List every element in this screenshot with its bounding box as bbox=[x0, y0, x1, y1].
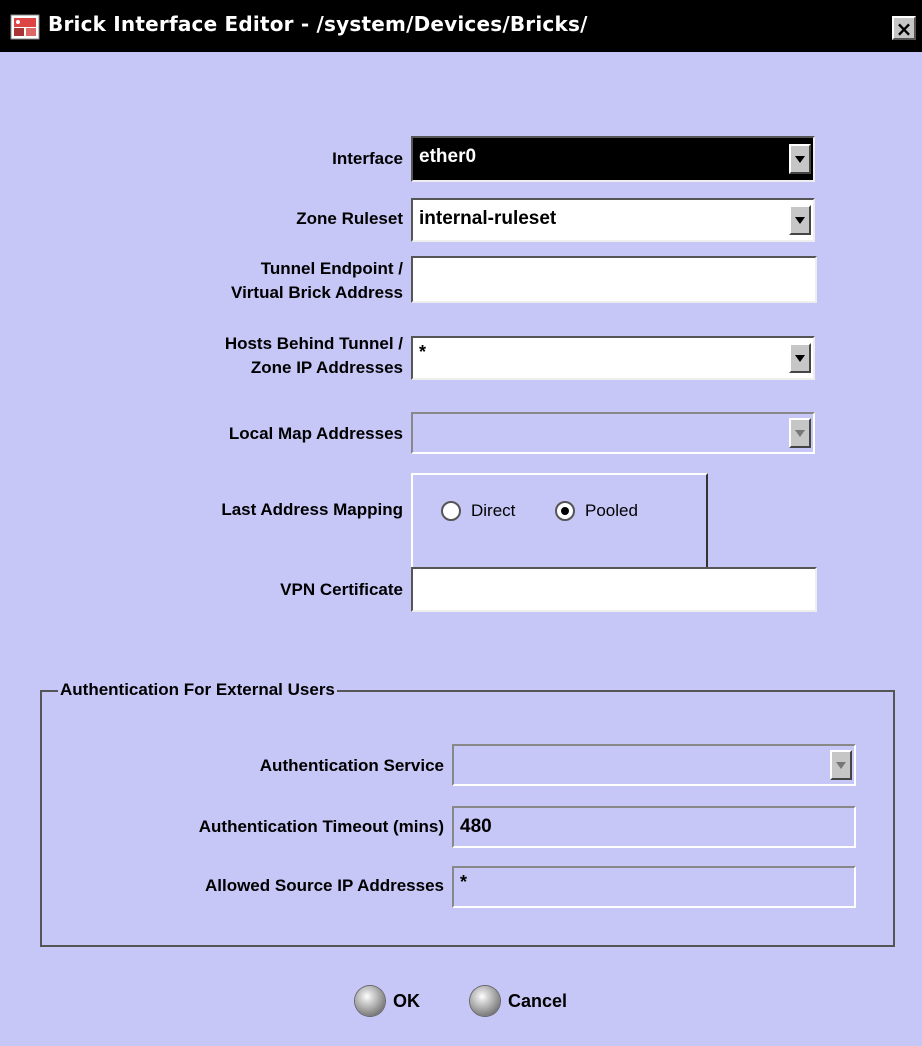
ok-button[interactable]: OK bbox=[355, 986, 420, 1016]
ok-button-label[interactable]: OK bbox=[393, 991, 420, 1012]
cancel-button[interactable]: Cancel bbox=[470, 986, 567, 1016]
hosts-behind-tunnel-label: Hosts Behind Tunnel / Zone IP Addresses bbox=[140, 332, 403, 380]
zone-ruleset-label: Zone Ruleset bbox=[296, 209, 403, 228]
zone-ruleset-select[interactable]: internal-ruleset bbox=[411, 198, 815, 242]
interface-value: ether0 bbox=[419, 146, 477, 167]
pooled-radio[interactable] bbox=[555, 501, 575, 521]
ok-button-icon[interactable] bbox=[355, 986, 385, 1016]
cancel-button-icon[interactable] bbox=[470, 986, 500, 1016]
brick-app-icon bbox=[10, 14, 40, 40]
close-button[interactable]: × bbox=[892, 16, 916, 40]
authentication-timeout-input[interactable]: 480 bbox=[452, 806, 856, 848]
last-address-mapping-label: Last Address Mapping bbox=[221, 500, 403, 519]
tunnel-endpoint-label-line2: Virtual Brick Address bbox=[231, 283, 403, 302]
tunnel-endpoint-label: Tunnel Endpoint / Virtual Brick Address bbox=[150, 257, 403, 305]
authentication-timeout-value: 480 bbox=[460, 816, 492, 837]
allowed-source-ips-value: * bbox=[460, 872, 468, 892]
hosts-behind-tunnel-label-line2: Zone IP Addresses bbox=[250, 358, 403, 377]
direct-radio[interactable] bbox=[441, 501, 461, 521]
hosts-behind-tunnel-dropdown-button[interactable] bbox=[789, 343, 811, 373]
hosts-behind-tunnel-input[interactable]: * bbox=[411, 336, 815, 380]
direct-radio-label[interactable]: Direct bbox=[471, 500, 515, 522]
authentication-timeout-label: Authentication Timeout (mins) bbox=[198, 817, 444, 836]
tunnel-endpoint-label-line1: Tunnel Endpoint / bbox=[260, 259, 403, 278]
interface-dropdown-button[interactable] bbox=[789, 144, 811, 174]
local-map-label: Local Map Addresses bbox=[228, 424, 403, 443]
allowed-source-ips-label: Allowed Source IP Addresses bbox=[204, 876, 444, 895]
zone-ruleset-dropdown-button[interactable] bbox=[789, 205, 811, 235]
hosts-behind-tunnel-value: * bbox=[419, 342, 427, 362]
authentication-service-label: Authentication Service bbox=[259, 756, 444, 775]
close-icon[interactable]: × bbox=[896, 17, 913, 41]
authentication-service-dropdown-button[interactable] bbox=[830, 750, 852, 780]
zone-ruleset-value: internal-ruleset bbox=[419, 208, 557, 229]
title-bar: Brick Interface Editor - /system/Devices… bbox=[0, 0, 922, 52]
cancel-button-label[interactable]: Cancel bbox=[508, 991, 567, 1012]
allowed-source-ips-input[interactable]: * bbox=[452, 866, 856, 908]
local-map-dropdown-button[interactable] bbox=[789, 418, 811, 448]
authentication-service-select[interactable] bbox=[452, 744, 856, 786]
local-map-select[interactable] bbox=[411, 412, 815, 454]
interface-label: Interface bbox=[332, 149, 403, 168]
address-mapping-radio-group: Direct Pooled bbox=[411, 473, 708, 570]
authentication-group-title: Authentication For External Users bbox=[58, 678, 337, 702]
tunnel-endpoint-input[interactable] bbox=[411, 256, 817, 303]
pooled-radio-label[interactable]: Pooled bbox=[585, 500, 638, 522]
vpn-certificate-input[interactable] bbox=[411, 567, 817, 612]
hosts-behind-tunnel-label-line1: Hosts Behind Tunnel / bbox=[224, 334, 403, 353]
window-title: Brick Interface Editor - /system/Devices… bbox=[48, 12, 588, 36]
vpn-certificate-label: VPN Certificate bbox=[280, 580, 403, 599]
interface-select[interactable]: ether0 bbox=[411, 136, 815, 182]
